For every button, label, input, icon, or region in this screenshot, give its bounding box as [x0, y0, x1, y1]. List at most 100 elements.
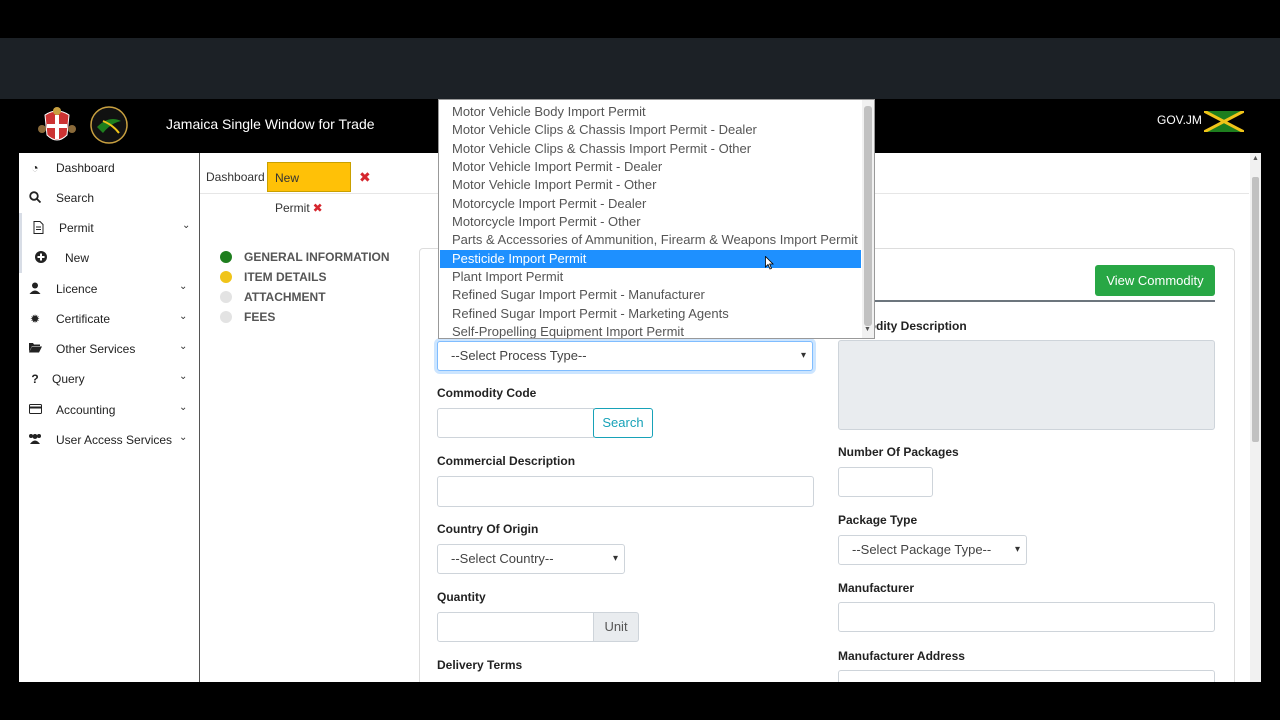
dropdown-option[interactable]: Motorcycle Import Permit - Other — [440, 213, 861, 231]
view-commodity-button[interactable]: View Commodity — [1095, 265, 1215, 296]
file-icon — [31, 221, 45, 235]
commodity-description-textarea[interactable] — [838, 340, 1215, 430]
sidebar-item-user-access-services[interactable]: User Access Services ⌄ — [19, 425, 199, 455]
scroll-up-icon[interactable]: ▲ — [1252, 155, 1259, 162]
sidebar-item-label: Licence — [56, 282, 98, 296]
dropdown-option[interactable]: Refined Sugar Import Permit - Manufactur… — [440, 286, 861, 304]
user-icon — [28, 282, 42, 296]
question-icon: ? — [31, 372, 39, 386]
sidebar-item-accounting[interactable]: Accounting ⌄ — [19, 395, 199, 425]
gov-jm-link[interactable]: GOV.JM — [1157, 113, 1202, 127]
sidebar-item-other-services[interactable]: Other Services ⌄ — [19, 334, 199, 364]
number-of-packages-label: Number Of Packages — [838, 445, 959, 459]
dropdown-option[interactable]: Motor Vehicle Import Permit - Other — [440, 176, 861, 194]
certificate-icon: ✹ — [29, 312, 41, 326]
close-all-tabs-icon[interactable]: ✖ — [359, 169, 371, 186]
trade-seal-icon — [90, 106, 128, 144]
sidebar-item-label: New — [65, 251, 90, 265]
sidebar-item-label: Accounting — [56, 403, 116, 417]
dropdown-option-selected[interactable]: Pesticide Import Permit — [440, 250, 861, 268]
sidebar-item-permit[interactable]: Permit ⌄ — [19, 213, 202, 243]
step-status-icon — [220, 271, 232, 283]
browser-background — [0, 38, 1280, 99]
dropdown-scrollbar-thumb[interactable] — [864, 106, 872, 326]
sidebar-item-label: Query — [52, 372, 85, 386]
dropdown-option[interactable]: Motor Vehicle Clips & Chassis Import Per… — [440, 121, 861, 139]
sidebar: ◔ Dashboard Search Permit ⌄ New Licence … — [19, 153, 200, 682]
chevron-down-icon: ▾ — [800, 350, 806, 361]
credit-card-icon — [28, 403, 42, 417]
commercial-description-input[interactable] — [437, 476, 814, 507]
step-status-icon — [220, 311, 232, 323]
process-type-dropdown-list[interactable]: Motor Vehicle Body Import Permit Motor V… — [438, 99, 875, 339]
folder-open-icon — [28, 342, 42, 356]
search-icon — [28, 191, 42, 205]
sidebar-item-query[interactable]: ? Query ⌄ — [19, 364, 199, 394]
manufacturer-label: Manufacturer — [838, 581, 915, 595]
plus-circle-icon — [34, 251, 48, 265]
tachometer-icon: ◔ — [31, 161, 39, 175]
page-scrollbar[interactable]: ▲ — [1250, 153, 1261, 682]
process-type-select[interactable]: --Select Process Type-- ▾ — [437, 341, 813, 371]
sidebar-item-label: Certificate — [56, 312, 111, 326]
package-type-select[interactable]: --Select Package Type-- ▾ — [838, 535, 1027, 565]
close-tab-icon[interactable]: ✖ — [313, 201, 323, 215]
section-divider — [838, 300, 1215, 302]
sidebar-item-new[interactable]: New — [19, 243, 202, 273]
dropdown-option[interactable]: Motorcycle Import Permit - Dealer — [440, 195, 861, 213]
top-letterbox — [0, 0, 1280, 38]
commodity-search-button[interactable]: Search — [593, 408, 653, 438]
sidebar-item-label: User Access Services — [56, 433, 173, 447]
sidebar-item-label: Other Services — [56, 342, 136, 356]
dropdown-option[interactable]: Refined Sugar Import Permit - Marketing … — [440, 305, 861, 323]
step-item-details[interactable]: ITEM DETAILS — [220, 269, 420, 289]
dropdown-option[interactable]: Motor Vehicle Clips & Chassis Import Per… — [440, 140, 861, 158]
number-of-packages-input[interactable] — [838, 467, 933, 497]
dropdown-scrollbar[interactable]: ▼ — [862, 100, 874, 338]
unit-addon: Unit — [593, 612, 639, 642]
manufacturer-input[interactable] — [838, 602, 1215, 632]
step-fees[interactable]: FEES — [220, 309, 420, 329]
delivery-terms-label: Delivery Terms — [437, 658, 523, 672]
scrollbar-thumb[interactable] — [1252, 177, 1259, 442]
chevron-down-icon: ⌄ — [179, 402, 188, 413]
country-of-origin-select[interactable]: --Select Country-- ▾ — [437, 544, 625, 574]
dropdown-option[interactable]: Motor Vehicle Import Permit - Dealer — [440, 158, 861, 176]
chevron-down-icon: ⌄ — [179, 281, 188, 292]
quantity-label: Quantity — [437, 590, 486, 604]
commodity-code-label: Commodity Code — [437, 386, 537, 400]
manufacturer-address-label: Manufacturer Address — [838, 649, 965, 663]
chevron-down-icon: ▾ — [1014, 544, 1020, 555]
sidebar-item-dashboard[interactable]: ◔ Dashboard — [19, 153, 199, 183]
country-of-origin-label: Country Of Origin — [437, 522, 539, 536]
step-attachment[interactable]: ATTACHMENT — [220, 289, 420, 309]
coat-of-arms-icon — [38, 107, 76, 141]
chevron-down-icon: ⌄ — [179, 432, 188, 443]
users-icon — [28, 433, 42, 447]
step-status-icon — [220, 291, 232, 303]
tab-dashboard[interactable]: Dashboard — [202, 162, 269, 192]
tab-label: New Permit — [275, 171, 310, 215]
jamaica-flag-icon — [1204, 111, 1244, 132]
app-title: Jamaica Single Window for Trade — [166, 116, 375, 132]
chevron-down-icon: ▾ — [612, 553, 618, 564]
dropdown-option[interactable]: Self-Propelling Equipment Import Permit — [440, 323, 861, 338]
dropdown-option[interactable]: Motor Vehicle Body Import Permit — [440, 103, 861, 121]
mouse-pointer-icon — [765, 256, 774, 270]
sidebar-item-label: Permit — [59, 221, 94, 235]
sidebar-item-certificate[interactable]: ✹ Certificate ⌄ — [19, 304, 199, 334]
sidebar-item-licence[interactable]: Licence ⌄ — [19, 274, 199, 304]
sidebar-item-search[interactable]: Search — [19, 183, 199, 213]
dropdown-option[interactable]: Parts & Accessories of Ammunition, Firea… — [440, 231, 861, 249]
bottom-letterbox — [0, 682, 1280, 720]
sidebar-item-label: Search — [56, 191, 95, 205]
tab-new-permit[interactable]: New Permit ✖ — [267, 162, 351, 215]
manufacturer-address-input[interactable] — [838, 670, 1215, 682]
commodity-code-input[interactable] — [437, 408, 594, 438]
package-type-label: Package Type — [838, 513, 918, 527]
quantity-input[interactable] — [437, 612, 594, 642]
step-general-information[interactable]: GENERAL INFORMATION — [220, 249, 420, 269]
step-status-icon — [220, 251, 232, 263]
scroll-down-icon[interactable]: ▼ — [864, 326, 871, 333]
dropdown-option[interactable]: Plant Import Permit — [440, 268, 861, 286]
